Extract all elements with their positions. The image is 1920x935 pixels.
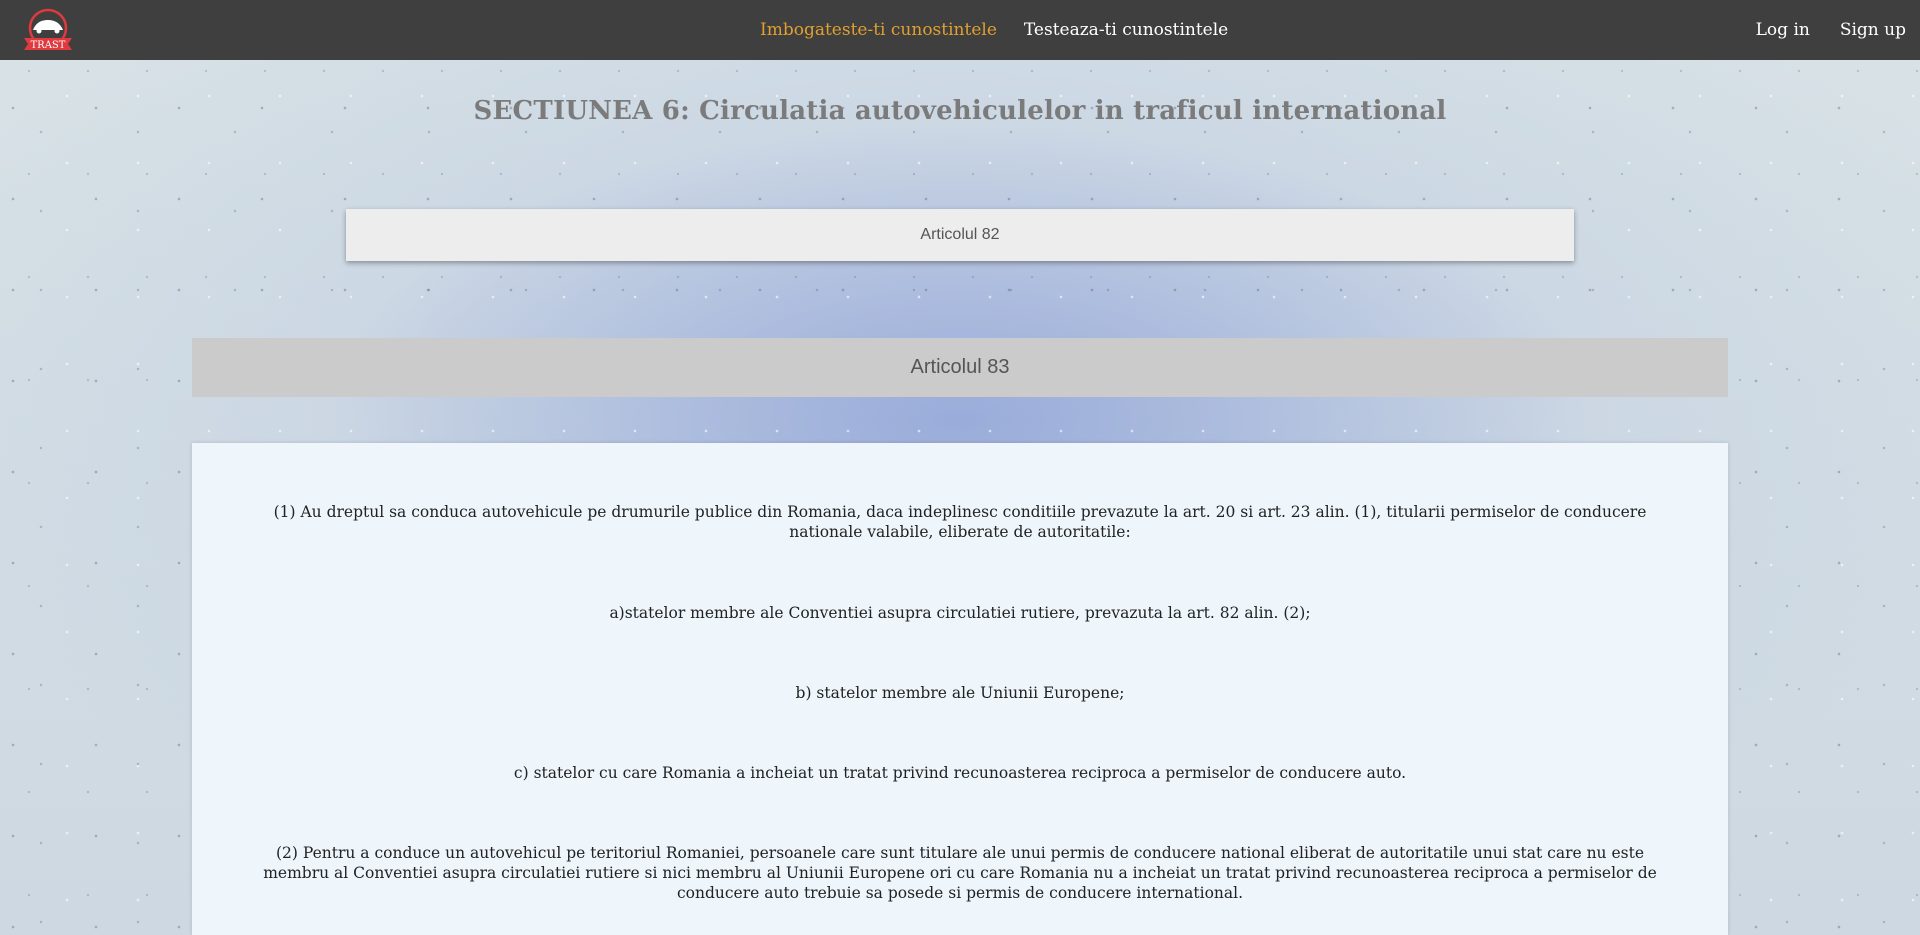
- nav-link-test-knowledge[interactable]: Testeaza-ti cunostintele: [1024, 20, 1228, 40]
- logo-text: TRAST: [31, 40, 66, 51]
- article-83-content: (1) Au dreptul sa conduca autovehicule p…: [192, 443, 1728, 935]
- nav-link-enrich-knowledge[interactable]: Imbogateste-ti cunostintele: [760, 20, 997, 40]
- auth-nav: Log in Sign up: [1756, 0, 1906, 60]
- signup-link[interactable]: Sign up: [1840, 20, 1906, 40]
- article-paragraph-1: (1) Au dreptul sa conduca autovehicule p…: [273, 503, 1647, 541]
- article-paragraph-b: b) statelor membre ale Uniunii Europene;: [795, 684, 1125, 702]
- article-paragraph-c: c) statelor cu care Romania a incheiat u…: [513, 764, 1407, 782]
- article-paragraph-2: (2) Pentru a conduce un autovehicul pe t…: [263, 844, 1657, 902]
- section-title: SECTIUNEA 6: Circulatia autovehiculelor …: [473, 96, 1447, 126]
- top-navbar: TRAST Imbogateste-ti cunostintele Testea…: [0, 0, 1920, 60]
- trast-logo[interactable]: TRAST: [22, 8, 74, 52]
- article-82-toggle[interactable]: Articolul 82: [346, 209, 1574, 261]
- login-link[interactable]: Log in: [1756, 20, 1810, 40]
- article-paragraph-a: a)statelor membre ale Conventiei asupra …: [609, 604, 1311, 622]
- car-logo-icon: TRAST: [24, 8, 72, 51]
- main-nav: Imbogateste-ti cunostintele Testeaza-ti …: [760, 0, 1228, 60]
- article-83-header[interactable]: Articolul 83: [192, 338, 1728, 397]
